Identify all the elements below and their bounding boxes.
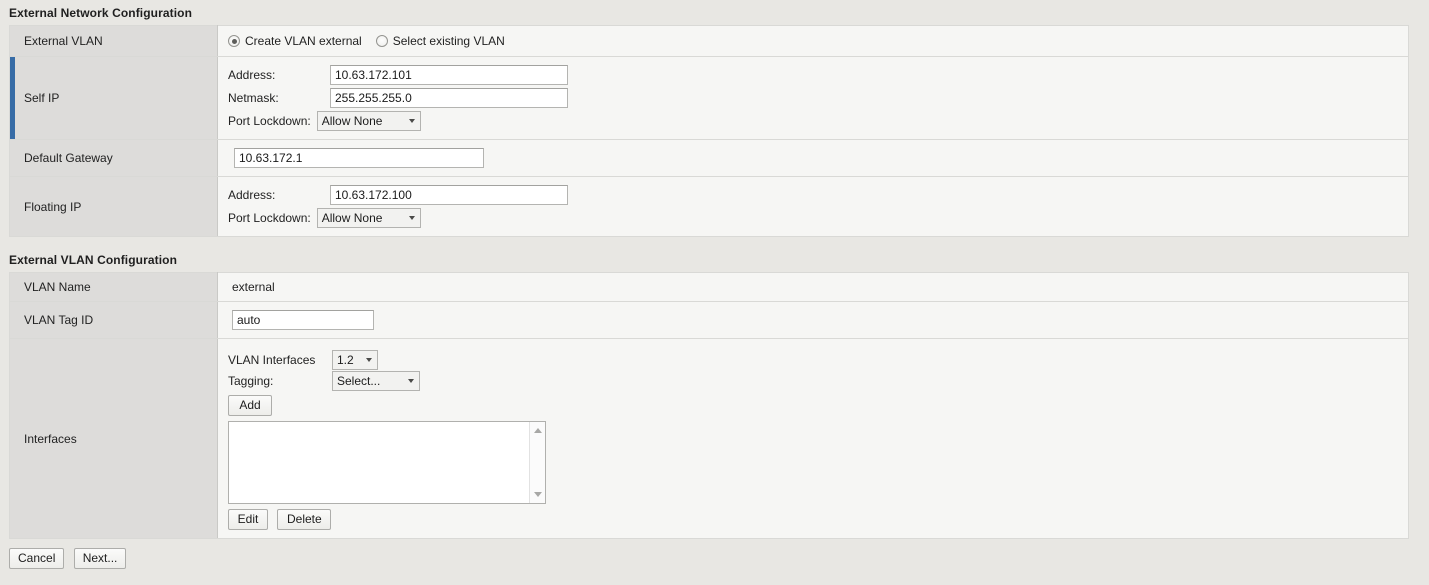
interfaces-listbox[interactable] — [228, 421, 546, 504]
tagging-value: Select... — [337, 373, 381, 388]
row-floating-ip: Floating IP Address: Port Lockdown: Allo… — [9, 176, 1409, 237]
vlan-tag-id-row — [228, 309, 1408, 331]
label-floating-ip: Floating IP — [9, 176, 218, 237]
cell-external-vlan-options: Create VLAN external Select existing VLA… — [217, 25, 1409, 57]
floating-ip-address-row: Address: — [228, 184, 1408, 206]
scroll-up-arrow-icon[interactable] — [533, 428, 542, 433]
vlan-interfaces-label: VLAN Interfaces — [228, 352, 316, 367]
cell-interfaces: VLAN Interfaces 1.2 Tagging: Select... A… — [217, 338, 1409, 539]
tagging-row: Tagging: Select... — [228, 370, 1408, 391]
edit-button[interactable]: Edit — [228, 509, 268, 530]
radio-create-vlan-external[interactable] — [228, 35, 240, 47]
interfaces-listbox-scrollbar[interactable] — [529, 422, 545, 503]
row-vlan-name: VLAN Name external — [9, 272, 1409, 302]
radio-label-select-existing-vlan[interactable]: Select existing VLAN — [393, 34, 505, 48]
self-ip-address-input[interactable] — [330, 65, 568, 85]
external-vlan-radio-group: Create VLAN external Select existing VLA… — [228, 32, 1408, 50]
row-interfaces: Interfaces VLAN Interfaces 1.2 Tagging: — [9, 338, 1409, 539]
chevron-down-icon — [408, 378, 414, 383]
vlan-name-value: external — [232, 280, 275, 294]
row-vlan-tag-id: VLAN Tag ID — [9, 301, 1409, 339]
label-vlan-name: VLAN Name — [9, 272, 218, 302]
floating-ip-port-lockdown-row: Port Lockdown: Allow None — [228, 207, 1408, 229]
self-ip-port-lockdown-label: Port Lockdown: — [228, 114, 311, 128]
radio-label-create-vlan-external[interactable]: Create VLAN external — [245, 34, 362, 48]
cell-default-gateway — [217, 139, 1409, 177]
floating-ip-address-input[interactable] — [330, 185, 568, 205]
cell-floating-ip-fields: Address: Port Lockdown: Allow None — [217, 176, 1409, 237]
cell-vlan-tag-id — [217, 301, 1409, 339]
label-self-ip: Self IP — [9, 56, 218, 140]
cell-vlan-name: external — [217, 272, 1409, 302]
vlan-interfaces-row: VLAN Interfaces 1.2 — [228, 349, 1408, 370]
tagging-label: Tagging: — [228, 373, 274, 388]
self-ip-port-lockdown-value: Allow None — [321, 114, 383, 128]
interfaces-editor: VLAN Interfaces 1.2 Tagging: Select... A… — [228, 345, 1408, 532]
wizard-footer: Cancel Next... — [9, 548, 1429, 569]
default-gateway-input[interactable] — [234, 148, 484, 168]
network-configuration-page: External Network Configuration External … — [0, 0, 1429, 585]
tagging-select[interactable]: Select... — [332, 370, 420, 391]
floating-ip-address-label: Address: — [228, 188, 276, 202]
floating-ip-port-lockdown-select[interactable]: Allow None — [316, 208, 421, 228]
external-network-configuration-table: External VLAN Create VLAN external Selec… — [9, 25, 1409, 237]
next-button[interactable]: Next... — [73, 548, 127, 569]
external-vlan-configuration-table: VLAN Name external VLAN Tag ID Interface… — [9, 272, 1409, 539]
floating-ip-port-lockdown-label: Port Lockdown: — [228, 211, 311, 225]
self-ip-port-lockdown-select[interactable]: Allow None — [316, 111, 421, 131]
delete-button[interactable]: Delete — [277, 509, 332, 530]
row-external-vlan: External VLAN Create VLAN external Selec… — [9, 25, 1409, 57]
scroll-down-arrow-icon[interactable] — [533, 492, 542, 497]
self-ip-netmask-label: Netmask: — [228, 91, 279, 105]
add-button-row: Add — [228, 395, 1408, 416]
self-ip-port-lockdown-row: Port Lockdown: Allow None — [228, 110, 1408, 132]
row-default-gateway: Default Gateway — [9, 139, 1409, 177]
external-network-configuration-title: External Network Configuration — [9, 6, 193, 20]
label-default-gateway: Default Gateway — [9, 139, 218, 177]
self-ip-address-row: Address: — [228, 64, 1408, 86]
floating-ip-port-lockdown-value: Allow None — [321, 211, 383, 225]
self-ip-netmask-input[interactable] — [330, 88, 568, 108]
cell-self-ip-fields: Address: Netmask: Port Lockdown: Allow N… — [217, 56, 1409, 140]
chevron-down-icon — [366, 357, 372, 362]
add-button[interactable]: Add — [228, 395, 272, 416]
chevron-down-icon — [408, 119, 415, 123]
default-gateway-row — [228, 147, 1408, 169]
vlan-tag-id-input[interactable] — [232, 310, 374, 330]
self-ip-address-label: Address: — [228, 68, 276, 82]
radio-select-existing-vlan[interactable] — [375, 35, 388, 47]
label-vlan-tag-id: VLAN Tag ID — [9, 301, 218, 339]
external-vlan-configuration-title: External VLAN Configuration — [9, 253, 178, 267]
chevron-down-icon — [408, 216, 415, 220]
label-external-vlan: External VLAN — [9, 25, 218, 57]
vlan-interfaces-select[interactable]: 1.2 — [332, 349, 378, 370]
self-ip-netmask-row: Netmask: — [228, 87, 1408, 109]
label-interfaces: Interfaces — [9, 338, 218, 539]
cancel-button[interactable]: Cancel — [9, 548, 65, 569]
row-self-ip: Self IP Address: Netmask: Port Lockdown:… — [9, 56, 1409, 140]
edit-delete-button-row: Edit Delete — [228, 509, 1408, 530]
